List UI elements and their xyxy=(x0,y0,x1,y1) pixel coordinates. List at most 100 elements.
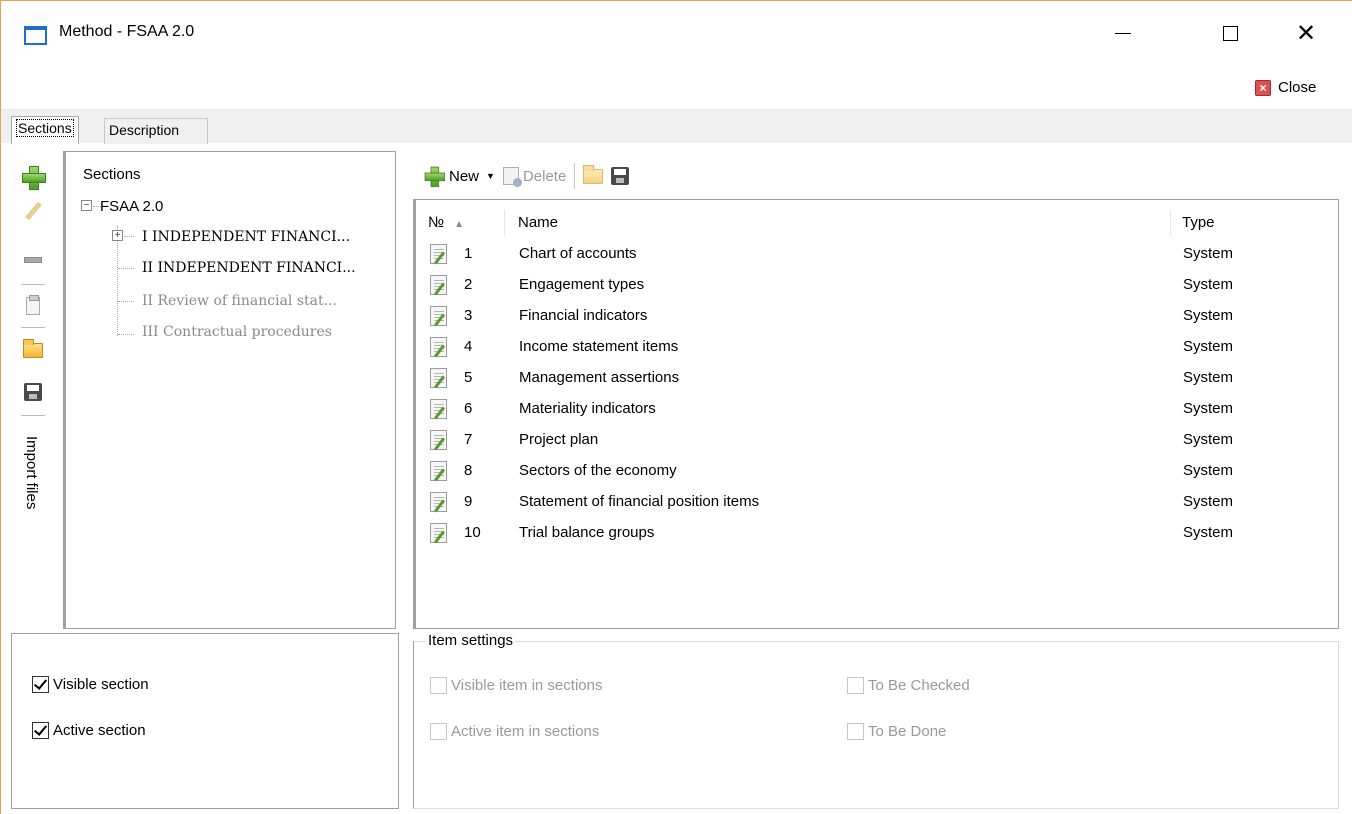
cell-type: System xyxy=(1183,369,1234,386)
checkbox-unchecked-icon xyxy=(847,723,864,740)
visible-item-in-sections-checkbox[interactable]: Visible item in sections xyxy=(430,677,602,694)
sections-toolbar xyxy=(13,151,53,626)
collapse-root-icon[interactable]: − xyxy=(81,200,92,211)
tab-bar: Sections Description xyxy=(1,109,1352,144)
cell-name: Financial indicators xyxy=(519,307,648,324)
close-label: Close xyxy=(1278,79,1317,96)
to-be-done-checkbox[interactable]: To Be Done xyxy=(847,723,946,740)
cell-number: 5 xyxy=(464,369,473,386)
to-be-checked-checkbox[interactable]: To Be Checked xyxy=(847,677,970,694)
delete-icon xyxy=(502,167,522,187)
edit-icon xyxy=(24,201,42,221)
window-app-icon xyxy=(24,26,47,45)
tree-item-2[interactable]: II INDEPENDENT FINANCI... xyxy=(142,260,356,276)
table-row[interactable]: 9 Statement of financial position items Sy… xyxy=(416,487,1336,518)
tree-connector xyxy=(118,268,134,269)
cell-name: Sectors of the economy xyxy=(519,462,677,479)
toolbar-separator xyxy=(21,284,45,285)
cell-number: 8 xyxy=(464,462,473,479)
open-folder-icon xyxy=(583,164,604,184)
checkbox-unchecked-icon xyxy=(430,723,447,740)
active-section-checkbox[interactable]: Active section xyxy=(32,722,146,739)
cell-name: Trial balance groups xyxy=(519,524,655,541)
tree-item-3[interactable]: II Review of financial stat... xyxy=(142,293,337,309)
column-header-name[interactable]: Name xyxy=(518,214,558,231)
maximize-button[interactable] xyxy=(1207,15,1253,51)
document-edit-icon xyxy=(430,430,447,450)
table-row[interactable]: 2 Engagement types System xyxy=(416,270,1336,301)
window-close-button[interactable]: ✕ xyxy=(1283,15,1329,51)
toolbar-separator xyxy=(21,415,45,416)
document-edit-icon xyxy=(430,306,447,326)
expand-item-icon[interactable]: + xyxy=(112,230,123,241)
column-header-type[interactable]: Type xyxy=(1182,214,1215,231)
cell-number: 10 xyxy=(464,524,481,541)
save-button[interactable] xyxy=(611,167,630,185)
column-separator[interactable] xyxy=(1170,210,1171,236)
sort-ascending-icon: ▲ xyxy=(454,219,464,230)
tree-item-1[interactable]: I INDEPENDENT FINANCI... xyxy=(142,229,350,245)
remove-section-button[interactable] xyxy=(21,248,45,272)
cell-type: System xyxy=(1183,400,1234,417)
edit-section-button[interactable] xyxy=(21,199,45,223)
section-options-panel: Visible section Active section xyxy=(11,633,399,809)
cell-name: Chart of accounts xyxy=(519,245,637,262)
tree-header: Sections xyxy=(83,166,141,183)
close-button[interactable]: × Close xyxy=(1255,79,1316,96)
document-edit-icon xyxy=(430,337,447,357)
save-icon xyxy=(24,383,42,401)
checkbox-unchecked-icon xyxy=(847,677,864,694)
items-toolbar: New ▼ Delete xyxy=(423,161,637,191)
new-button[interactable]: New ▼ xyxy=(423,165,495,188)
document-edit-icon xyxy=(430,399,447,419)
import-files-tab[interactable]: Import files xyxy=(23,436,40,509)
cell-type: System xyxy=(1183,462,1234,479)
tree-root[interactable]: FSAA 2.0 xyxy=(100,198,163,215)
cell-number: 2 xyxy=(464,276,473,293)
table-row[interactable]: 8 Sectors of the economy System xyxy=(416,456,1336,487)
table-row[interactable]: 3 Financial indicators System xyxy=(416,301,1336,332)
method-window: Method - FSAA 2.0 ✕ × Close Sections Des… xyxy=(0,0,1352,814)
open-button[interactable] xyxy=(583,164,604,184)
add-icon xyxy=(424,166,446,188)
tree-connector xyxy=(117,226,118,336)
title-bar: Method - FSAA 2.0 ✕ xyxy=(1,1,1352,71)
dropdown-caret-icon: ▼ xyxy=(486,171,495,181)
maximize-icon xyxy=(1222,25,1238,41)
tree-item-4[interactable]: III Contractual procedures xyxy=(142,324,332,340)
table-row[interactable]: 1 Chart of accounts System xyxy=(416,239,1336,270)
table-row[interactable]: 4 Income statement items System xyxy=(416,332,1336,363)
table-row[interactable]: 5 Management assertions System xyxy=(416,363,1336,394)
cell-name: Income statement items xyxy=(519,338,679,355)
column-header-number[interactable]: № ▲ xyxy=(428,214,464,231)
paste-section-button[interactable] xyxy=(21,294,45,318)
column-separator[interactable] xyxy=(504,210,505,236)
cell-number: 7 xyxy=(464,431,473,448)
cell-name: Statement of financial position items xyxy=(519,493,760,510)
cell-type: System xyxy=(1183,338,1234,355)
add-section-button[interactable] xyxy=(21,165,46,190)
document-edit-icon xyxy=(430,492,447,512)
open-file-button[interactable] xyxy=(21,338,45,362)
document-edit-icon xyxy=(430,368,447,388)
cell-name: Engagement types xyxy=(519,276,645,293)
save-file-button[interactable] xyxy=(21,380,45,404)
table-row[interactable]: 7 Project plan System xyxy=(416,425,1336,456)
sections-tree: Sections − FSAA 2.0 + I INDEPENDENT FINA… xyxy=(63,151,396,629)
table-row[interactable]: 6 Materiality indicators System xyxy=(416,394,1336,425)
table-row[interactable]: 10 Trial balance groups System xyxy=(416,518,1336,549)
cell-number: 4 xyxy=(464,338,473,355)
tab-description[interactable]: Description xyxy=(104,118,208,144)
save-icon xyxy=(611,167,630,185)
cell-number: 9 xyxy=(464,493,473,510)
item-settings-group: Visible item in sections Active item in … xyxy=(413,641,1339,809)
cell-type: System xyxy=(1183,307,1234,324)
active-item-in-sections-checkbox[interactable]: Active item in sections xyxy=(430,723,599,740)
minimize-button[interactable] xyxy=(1100,15,1146,51)
cell-type: System xyxy=(1183,276,1234,293)
tab-sections[interactable]: Sections xyxy=(11,116,79,144)
visible-section-checkbox[interactable]: Visible section xyxy=(32,676,149,693)
cell-name: Management assertions xyxy=(519,369,680,386)
cell-type: System xyxy=(1183,524,1234,541)
delete-button[interactable]: Delete xyxy=(502,167,566,187)
